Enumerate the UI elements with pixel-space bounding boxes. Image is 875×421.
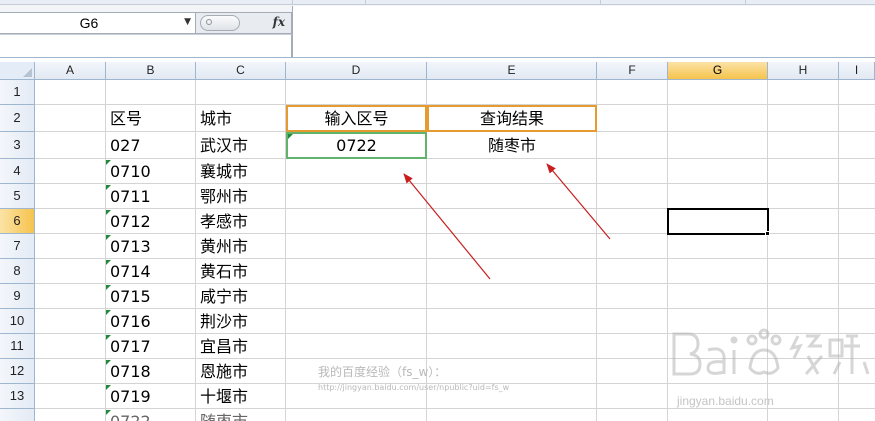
table-cell-city[interactable]: 武汉市 [196,134,286,158]
error-indicator-icon [106,210,111,215]
table-cell-city[interactable]: 十堰市 [196,385,286,409]
error-indicator-icon [106,310,111,315]
column-header-a[interactable]: A [35,62,106,80]
formula-bar-lower [0,34,292,57]
error-indicator-icon [106,410,111,415]
error-indicator-icon [106,335,111,340]
table-cell-code[interactable]: 0715 [106,285,196,309]
error-indicator-icon [106,185,111,190]
row-header-4[interactable]: 4 [0,159,35,184]
row-header-6[interactable]: 6 [0,209,35,234]
table-cell-city[interactable]: 鄂州市 [196,185,286,209]
lookup-result-cell[interactable]: 随枣市 [427,134,597,158]
row-header-14[interactable] [0,409,35,421]
input-code-cell[interactable]: 0722 [286,134,427,158]
select-all-button[interactable] [0,62,35,80]
formula-bar: G6 ▼ fx [0,5,875,58]
table-cell-code[interactable]: 027 [106,134,196,158]
row-header-10[interactable]: 10 [0,309,35,334]
input-code-header: 输入区号 [324,109,389,128]
table-cell-code[interactable]: 0718 [106,360,196,384]
city-column-header: 城市 [200,109,233,128]
baidu-logo [672,328,870,376]
active-cell-g6[interactable] [667,208,769,235]
table-cell-code[interactable]: 0722 [106,410,196,421]
column-header-h[interactable]: H [768,62,839,80]
table-cell-city[interactable]: 随枣市 [196,410,286,421]
chevron-down-icon[interactable]: ▼ [184,17,191,27]
name-box[interactable]: G6 ▼ [0,12,196,34]
error-indicator-icon [106,160,111,165]
error-indicator-icon [106,385,111,390]
table-cell-code[interactable]: 0716 [106,310,196,334]
error-indicator-icon [106,360,111,365]
watermark-text: 我的百度经验（fs_w）： [318,365,447,379]
lookup-result-header: 查询结果 [479,109,544,128]
table-cell-code[interactable]: 0713 [106,235,196,259]
table-cell-city[interactable]: 荆沙市 [196,310,286,334]
column-header-b[interactable]: B [106,62,196,80]
table-cell-city[interactable]: 黄石市 [196,260,286,284]
row-header-9[interactable]: 9 [0,284,35,309]
insert-function-icon[interactable]: fx [273,15,285,29]
error-indicator-icon [106,235,111,240]
row-header-1[interactable]: 1 [0,80,35,105]
table-cell-city[interactable]: 咸宁市 [196,285,286,309]
table-cell-city[interactable]: 孝感市 [196,210,286,234]
table-cell-city[interactable]: 恩施市 [196,360,286,384]
row-header-2[interactable]: 2 [0,105,35,132]
row-header-13[interactable]: 13 [0,384,35,409]
formula-resize-handle[interactable] [200,15,240,31]
error-indicator-icon [106,260,111,265]
formula-input[interactable] [292,6,875,57]
table-cell-code[interactable]: 0719 [106,385,196,409]
column-header-f[interactable]: F [597,62,668,80]
formula-controls: fx [196,12,292,34]
watermark-logo-text: jingyan.baidu.com [677,394,774,408]
table-cell-city[interactable]: 黄州市 [196,235,286,259]
table-cell-code[interactable]: 0712 [106,210,196,234]
name-box-value: G6 [79,15,99,31]
table-cell-code[interactable]: 0717 [106,335,196,359]
column-header-i[interactable]: I [839,62,875,80]
table-cell-city[interactable]: 宜昌市 [196,335,286,359]
row-header-5[interactable]: 5 [0,184,35,209]
row-header-11[interactable]: 11 [0,334,35,359]
table-cell-code[interactable]: 0711 [106,185,196,209]
code-column-header: 区号 [110,109,143,128]
row-header-12[interactable]: 12 [0,359,35,384]
table-cell-code[interactable]: 0710 [106,160,196,184]
row-header-7[interactable]: 7 [0,234,35,259]
column-header-e[interactable]: E [427,62,597,80]
row-header-8[interactable]: 8 [0,259,35,284]
column-header-d[interactable]: D [286,62,427,80]
table-cell-city[interactable]: 襄城市 [196,160,286,184]
fill-handle[interactable] [765,231,770,236]
table-cell-code[interactable]: 0714 [106,260,196,284]
error-indicator-icon [106,285,111,290]
row-header-3[interactable]: 3 [0,132,35,159]
watermark-url: http://jingyan.baidu.com/user/npublic?ui… [318,383,510,392]
column-header-c[interactable]: C [196,62,286,80]
column-header-g[interactable]: G [668,62,768,80]
